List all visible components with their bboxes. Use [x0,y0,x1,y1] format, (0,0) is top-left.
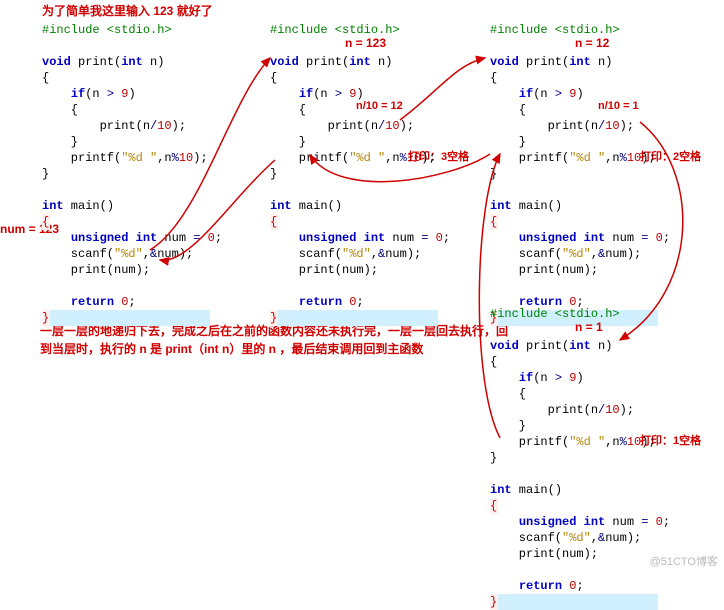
code-panel-3: #include <stdio.h> void print(int n) { i… [490,22,670,326]
kw-int-main-4: int [490,483,512,497]
include-4: #include <stdio.h> [490,307,620,321]
kw-int: int [121,55,143,69]
kw-int-main-2: int [270,199,292,213]
main-open-3: { [490,214,498,230]
main-open-2: { [270,214,278,230]
call-print-num-3: print(num); [490,263,598,277]
main-open: { [42,214,50,230]
if-close-3: } [490,135,526,149]
decl-line-4: unsigned int num = 0; [490,515,670,529]
kw-void-4: void [490,339,519,353]
printf-line-4: printf("%d ",n%10); [490,435,656,449]
brace-open: { [42,71,49,85]
watermark: @51CTO博客 [650,553,718,569]
if-line-2: if(n > 9) [270,87,364,101]
code-panel-1: #include <stdio.h> void print(int n) { i… [42,22,222,326]
main-close-2: } [270,310,278,326]
brace-open-4: { [490,355,497,369]
recursive-call-2: print(n/10); [270,119,414,133]
param-n-2: n) [371,55,393,69]
fn-print-2: print( [299,55,349,69]
scanf-line: scanf("%d",&num); [42,247,193,261]
param-n-4: n) [591,339,613,353]
if-close-4: } [490,419,526,433]
kw-int-3: int [569,55,591,69]
kw-int-main-3: int [490,199,512,213]
fn-print: print( [71,55,121,69]
call-print-num-2: print(num); [270,263,378,277]
decl-line: unsigned int num = 0; [42,231,222,245]
call-print-num: print(num); [42,263,150,277]
fn-print-3: print( [519,55,569,69]
recursive-call: print(n/10); [42,119,186,133]
param-n: n) [143,55,165,69]
param-n-3: n) [591,55,613,69]
kw-void-3: void [490,55,519,69]
note-explain-2: 到当层时，执行的 n 是 print（int n）里的 n ，最后结束调用回到主… [40,340,423,357]
kw-void-2: void [270,55,299,69]
decl-line-2: unsigned int num = 0; [270,231,450,245]
kw-void: void [42,55,71,69]
if-line-4: if(n > 9) [490,371,584,385]
main-sig-2: main() [292,199,342,213]
call-print-num-4: print(num); [490,547,598,561]
if-line-3: if(n > 9) [490,87,584,101]
scanf-line-4: scanf("%d",&num); [490,531,641,545]
brace-open-2: { [270,71,277,85]
if-open: { [42,103,78,117]
printf-line-3: printf("%d ",n%10); [490,151,656,165]
if-open-3: { [490,103,526,117]
main-close: } [42,310,50,326]
brace-open-3: { [490,71,497,85]
main-open-4: { [490,498,498,514]
brace-close-3: } [490,167,497,181]
main-sig-4: main() [512,483,562,497]
recursive-call-3: print(n/10); [490,119,634,133]
code-panel-2: #include <stdio.h> void print(int n) { i… [270,22,450,326]
kw-int-main: int [42,199,64,213]
main-close-4: } [490,594,498,610]
scanf-line-3: scanf("%d",&num); [490,247,641,261]
scanf-line-2: scanf("%d",&num); [270,247,421,261]
return-line: return 0; [42,295,136,309]
if-close: } [42,135,78,149]
brace-close-2: } [270,167,277,181]
include-1: #include <stdio.h> [42,23,172,37]
if-open-2: { [270,103,306,117]
if-close-2: } [270,135,306,149]
code-panel-4: #include <stdio.h> void print(int n) { i… [490,306,670,610]
printf-line-2: printf("%d ",n%10); [270,151,436,165]
if-line: if(n > 9) [42,87,136,101]
kw-int-2: int [349,55,371,69]
kw-int-4: int [569,339,591,353]
fn-print-4: print( [519,339,569,353]
main-sig: main() [64,199,114,213]
decl-line-3: unsigned int num = 0; [490,231,670,245]
main-sig-3: main() [512,199,562,213]
return-line-2: return 0; [270,295,364,309]
include-3: #include <stdio.h> [490,23,620,37]
brace-close: } [42,167,49,181]
recursive-call-4: print(n/10); [490,403,634,417]
return-line-4: return 0; [490,579,584,593]
include-2: #include <stdio.h> [270,23,400,37]
note-top: 为了简单我这里输入 123 就好了 [42,2,213,19]
if-open-4: { [490,387,526,401]
brace-close-4: } [490,451,497,465]
printf-line: printf("%d ",n%10); [42,151,208,165]
